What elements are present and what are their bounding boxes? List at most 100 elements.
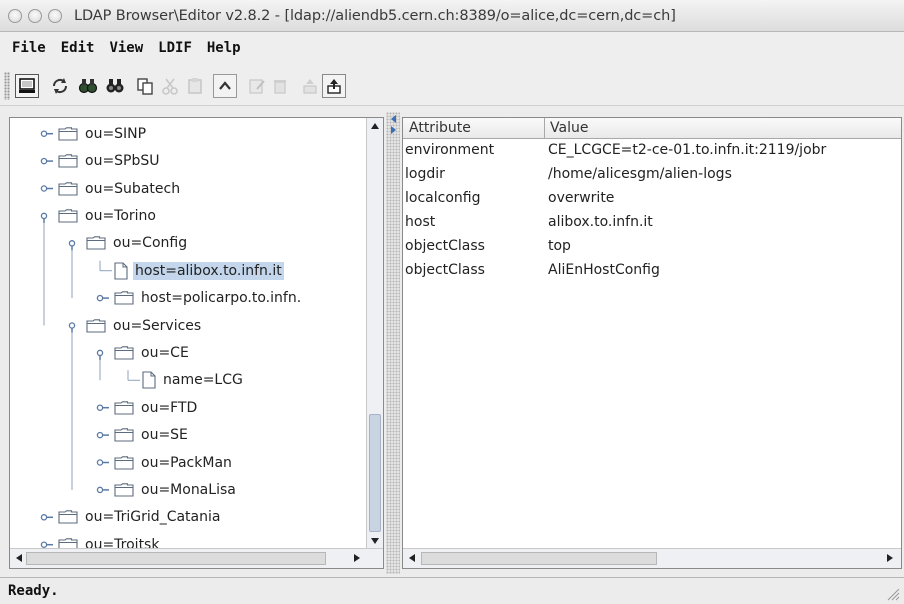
tree-node-label[interactable]: ou=PackMan	[139, 454, 234, 472]
tree-hscroll-thumb[interactable]	[26, 552, 326, 565]
edit-entry-button[interactable]	[245, 74, 269, 98]
tree-node[interactable]: host=policarpo.to.infn.	[114, 287, 303, 309]
attribute-value-cell[interactable]: AliEnHostConfig	[548, 262, 660, 278]
collapse-arrows-icon[interactable]	[389, 114, 397, 136]
expand-toggle-icon[interactable]	[40, 541, 53, 548]
scroll-right-arrow-icon[interactable]	[350, 551, 364, 565]
attribute-row[interactable]: logdir/home/alicesgm/alien-logs	[403, 163, 901, 187]
collapse-toggle-icon[interactable]	[96, 349, 104, 360]
column-header-attribute[interactable]: Attribute	[409, 120, 471, 136]
tree-node[interactable]: ou=SINP	[58, 123, 148, 145]
tree-node[interactable]: ou=TriGrid_Catania	[58, 506, 222, 528]
attribute-name-cell[interactable]: logdir	[405, 166, 445, 182]
tree-node[interactable]: ou=Torino	[58, 205, 158, 227]
tree-node-label[interactable]: ou=Services	[111, 317, 203, 335]
copy-button[interactable]	[133, 74, 157, 98]
attribute-value-cell[interactable]: overwrite	[548, 190, 614, 206]
collapse-toggle-icon[interactable]	[68, 240, 76, 251]
scroll-down-arrow-icon[interactable]	[367, 533, 383, 549]
column-divider[interactable]	[544, 118, 545, 139]
tree-node-label[interactable]: ou=MonaLisa	[139, 481, 238, 499]
tree-scroll-thumb[interactable]	[369, 414, 381, 532]
close-window-button[interactable]	[8, 8, 22, 23]
cut-button[interactable]	[158, 74, 182, 98]
tree-vertical-scrollbar[interactable]	[366, 118, 383, 549]
attribute-value-cell[interactable]: CE_LCGCE=t2-ce-01.to.infn.it:2119/jobr	[548, 142, 826, 158]
tree-node[interactable]: ou=SE	[114, 424, 190, 446]
column-header-value[interactable]: Value	[550, 120, 588, 136]
tree-node-label[interactable]: ou=Config	[111, 234, 189, 252]
minimize-window-button[interactable]	[28, 8, 42, 23]
split-pane-divider[interactable]	[386, 112, 400, 574]
tree-node[interactable]: ou=Config	[86, 232, 189, 254]
expand-toggle-icon[interactable]	[40, 130, 53, 137]
attribute-row[interactable]: environment CE_LCGCE=t2-ce-01.to.infn.it:…	[403, 139, 901, 163]
attributes-horizontal-scrollbar[interactable]	[403, 548, 901, 568]
tree-node[interactable]: ou=Services	[86, 315, 203, 337]
tree-node-label[interactable]: ou=FTD	[139, 399, 199, 417]
paste-button[interactable]	[183, 74, 207, 98]
tree-node[interactable]: ou=Subatech	[58, 178, 182, 200]
attributes-hscroll-thumb[interactable]	[421, 552, 657, 565]
export-ldif-button[interactable]	[298, 74, 322, 98]
menu-view[interactable]: View	[109, 40, 143, 56]
attribute-row[interactable]: objectClass AliEnHostConfig	[403, 259, 901, 283]
tree-node-label[interactable]: ou=CE	[139, 344, 191, 362]
attribute-name-cell[interactable]: localconfig	[405, 190, 480, 206]
expand-toggle-icon[interactable]	[40, 514, 53, 521]
attribute-name-cell[interactable]: host	[405, 214, 435, 230]
scroll-right-arrow-icon[interactable]	[883, 551, 897, 565]
attribute-value-cell[interactable]: /home/alicesgm/alien-logs	[548, 166, 732, 182]
tree-node-label[interactable]: ou=Torino	[83, 207, 158, 225]
tree-node[interactable]: ou=CE	[114, 342, 191, 364]
expand-toggle-icon[interactable]	[40, 157, 53, 165]
import-ldif-button[interactable]	[322, 74, 346, 98]
directory-tree[interactable]: ou=SINP ou=SPbSU ou=Subatech ou=Torino ou=Co…	[10, 118, 367, 549]
tree-node[interactable]: ou=SPbSU	[58, 150, 162, 172]
expand-toggle-icon[interactable]	[96, 294, 109, 302]
expand-toggle-icon[interactable]	[96, 459, 109, 466]
go-up-button[interactable]	[213, 74, 237, 98]
scroll-left-arrow-icon[interactable]	[12, 551, 26, 565]
find-entries-button[interactable]	[76, 74, 100, 98]
expand-toggle-icon[interactable]	[40, 185, 53, 192]
tree-node[interactable]: host=alibox.to.infn.it	[114, 260, 284, 282]
tree-node-label[interactable]: ou=Subatech	[83, 180, 182, 198]
delete-entry-button[interactable]	[268, 74, 292, 98]
menu-ldif[interactable]: LDIF	[158, 40, 192, 56]
tree-node[interactable]: ou=PackMan	[114, 452, 234, 474]
tree-node-label[interactable]: host=policarpo.to.infn.	[139, 289, 303, 307]
collapse-toggle-icon[interactable]	[68, 322, 76, 333]
tree-node[interactable]: ou=Troitsk	[58, 534, 161, 549]
tree-horizontal-scrollbar[interactable]	[10, 548, 383, 568]
resize-grip-icon[interactable]	[886, 587, 900, 601]
expand-toggle-icon[interactable]	[96, 431, 109, 439]
tree-node[interactable]: ou=FTD	[114, 397, 199, 419]
tree-node-label-selected[interactable]: host=alibox.to.infn.it	[133, 261, 284, 280]
zoom-window-button[interactable]	[48, 8, 62, 23]
search-button[interactable]	[103, 74, 127, 98]
scroll-up-arrow-icon[interactable]	[367, 118, 383, 134]
menu-edit[interactable]: Edit	[61, 40, 95, 56]
expand-toggle-icon[interactable]	[96, 486, 109, 494]
attribute-name-cell[interactable]: objectClass	[405, 238, 485, 254]
tree-node[interactable]: ou=MonaLisa	[114, 479, 238, 501]
attribute-value-cell[interactable]: top	[548, 238, 571, 254]
scroll-left-arrow-icon[interactable]	[405, 551, 419, 565]
attribute-row[interactable]: objectClass top	[403, 235, 901, 259]
attribute-name-cell[interactable]: environment	[405, 142, 494, 158]
tree-node-label[interactable]: name=LCG	[161, 371, 245, 389]
tree-node-label[interactable]: ou=SINP	[83, 125, 148, 143]
attribute-value-cell[interactable]: alibox.to.infn.it	[548, 214, 653, 230]
toolbar-grip[interactable]	[4, 72, 10, 100]
tree-node-label[interactable]: ou=TriGrid_Catania	[83, 508, 222, 526]
tree-node-label[interactable]: ou=Troitsk	[83, 536, 161, 549]
tree-node-label[interactable]: ou=SE	[139, 426, 190, 444]
menu-file[interactable]: File	[12, 40, 46, 56]
attribute-name-cell[interactable]: objectClass	[405, 262, 485, 278]
expand-toggle-icon[interactable]	[96, 404, 109, 411]
connect-button[interactable]	[15, 74, 39, 98]
menu-help[interactable]: Help	[207, 40, 241, 56]
tree-node-label[interactable]: ou=SPbSU	[83, 152, 162, 170]
attribute-row[interactable]: localconfig overwrite	[403, 187, 901, 211]
